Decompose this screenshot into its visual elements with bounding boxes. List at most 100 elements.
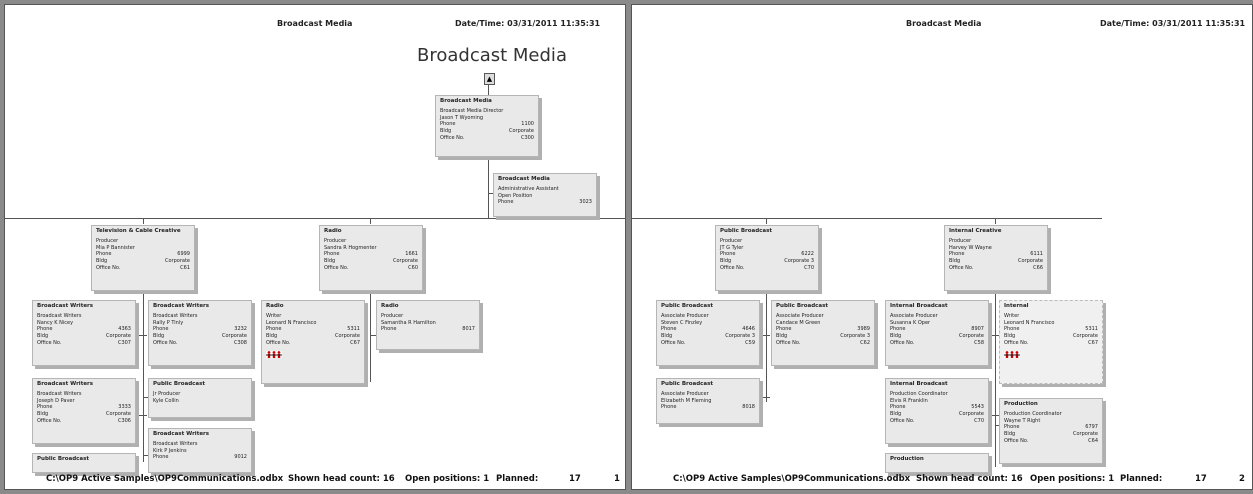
box-field-row: Office No. C67	[1004, 340, 1098, 347]
box-title: Internal	[1004, 303, 1029, 309]
field-value: Corporate 3	[784, 258, 814, 265]
box-field-row: Bldg Corporate 3	[776, 333, 870, 340]
up-arrow-icon[interactable]: ▲	[484, 73, 495, 85]
field-value: 4363	[118, 326, 131, 333]
org-box[interactable]: Public Broadcast Jr Producer Kyle Collin	[148, 378, 252, 418]
box-field-row: Phone 4646	[661, 326, 755, 333]
field-label: Phone	[498, 199, 514, 206]
org-box[interactable]: Internal Writer Leonard N Francisco Phone 53…	[999, 300, 1103, 384]
org-box[interactable]: Public Broadcast Associate Producer Steven…	[656, 300, 760, 366]
box-title: Internal Broadcast	[890, 381, 948, 387]
box-line: Associate Producer	[661, 312, 709, 319]
org-box[interactable]: Radio Producer Sandra R Hogmenter Phone 1661…	[319, 225, 423, 291]
box-line: JT G Tyler	[720, 244, 744, 251]
box-field-row: Office No. C307	[37, 340, 131, 347]
box-title: Public Broadcast	[153, 381, 206, 387]
box-line: Susanna K Oper	[890, 319, 931, 326]
box-title: Internal Broadcast	[890, 303, 948, 309]
org-box[interactable]: Broadcast Media Broadcast Media Director J…	[435, 95, 539, 157]
connector-line	[991, 335, 999, 336]
field-value: Corporate	[1018, 258, 1043, 265]
box-field-row: Bldg Corporate	[890, 411, 984, 418]
org-box[interactable]: Public Broadcast Associate Producer Candac…	[771, 300, 875, 366]
box-field-row: Bldg Corporate	[37, 333, 131, 340]
org-box[interactable]: Production Production Coordinator Wayne T …	[999, 398, 1103, 464]
field-label: Bldg	[661, 333, 673, 340]
field-value: 6111	[1030, 251, 1043, 258]
org-box[interactable]: Broadcast Media Administrative Assistant O…	[493, 173, 597, 217]
field-value: 3232	[234, 326, 247, 333]
footer-open-positions: Open positions: 1	[405, 474, 490, 484]
connector-line	[991, 415, 999, 416]
field-value: Corporate	[335, 333, 360, 340]
field-value: C59	[745, 339, 755, 346]
footer-headcount: Shown head count: 16	[288, 474, 395, 484]
field-label: Bldg	[96, 258, 108, 265]
field-value: C70	[804, 264, 814, 271]
field-label: Phone	[890, 326, 906, 333]
org-box[interactable]: Production	[885, 453, 989, 473]
connector-line	[762, 397, 770, 398]
box-line: Producer	[324, 237, 347, 244]
org-box[interactable]: Internal Broadcast Production Coordinator…	[885, 378, 989, 444]
header-datetime: Date/Time: 03/31/2011 11:35:31	[1100, 19, 1246, 28]
org-box[interactable]: Broadcast Writers Broadcast Writers Nancy …	[32, 300, 136, 366]
org-box[interactable]: Broadcast Writers Broadcast Writers Rally …	[148, 300, 252, 366]
box-field-row: Bldg Corporate	[440, 128, 534, 135]
field-value: Corporate	[222, 333, 247, 340]
field-label: Office No.	[720, 264, 745, 271]
field-value: Corporate	[959, 333, 984, 340]
connector-line	[762, 335, 770, 336]
box-field-row: Phone 4363	[37, 326, 131, 333]
footer-page-number: 2	[1239, 474, 1245, 484]
field-label: Phone	[776, 326, 792, 333]
box-title: Broadcast Writers	[37, 381, 94, 387]
box-line: Producer	[96, 237, 119, 244]
org-box[interactable]: Public Broadcast Associate Producer Elizab…	[656, 378, 760, 424]
org-box[interactable]: Internal Broadcast Associate Producer Susa…	[885, 300, 989, 366]
field-label: Office No.	[37, 339, 62, 346]
box-title: Public Broadcast	[720, 228, 773, 234]
box-line: Broadcast Writers	[37, 390, 82, 397]
connector-line	[488, 157, 489, 218]
box-line: Writer	[1004, 312, 1020, 319]
org-box[interactable]: Broadcast Writers Broadcast Writers Kirk P…	[148, 428, 252, 473]
org-box[interactable]: Public Broadcast	[32, 453, 136, 473]
box-field-row: Bldg Corporate	[266, 333, 360, 340]
footer-planned-value: 17	[569, 474, 581, 484]
connector-line	[143, 292, 144, 462]
field-label: Office No.	[890, 417, 915, 424]
field-label: Phone	[890, 404, 906, 411]
field-label: Office No.	[440, 134, 465, 141]
box-field-row: Office No. C60	[324, 265, 418, 272]
box-line: Broadcast Writers	[153, 440, 198, 447]
connector-line	[139, 335, 147, 336]
org-box[interactable]: Public Broadcast Producer JT G Tyler Phone 6…	[715, 225, 819, 291]
box-field-row: Phone 3023	[498, 199, 592, 206]
org-box[interactable]: Radio Producer Samantha R Hamilton Phone 801…	[376, 300, 480, 350]
box-line: Producer	[720, 237, 743, 244]
footer-page-number: 1	[614, 474, 620, 484]
header-title: Broadcast Media	[906, 19, 982, 28]
field-value: 3989	[857, 326, 870, 333]
box-field-row: Office No. C61	[96, 265, 190, 272]
box-field-row: Phone 5311	[1004, 326, 1098, 333]
box-field-row: Bldg Corporate	[890, 333, 984, 340]
box-title: Radio	[381, 303, 399, 309]
field-value: C60	[408, 264, 418, 271]
field-label: Bldg	[890, 411, 902, 418]
box-field-row: Phone 6797	[1004, 424, 1098, 431]
box-title: Public Broadcast	[661, 381, 714, 387]
org-box[interactable]: Television & Cable Creative Producer Mia P…	[91, 225, 195, 291]
org-box[interactable]: Radio Writer Leonard N Francisco Phone 5311 B…	[261, 300, 365, 384]
org-box[interactable]: Broadcast Writers Broadcast Writers Joseph…	[32, 378, 136, 444]
field-label: Phone	[324, 251, 340, 258]
box-line: Associate Producer	[661, 390, 709, 397]
box-field-row: Phone 5311	[266, 326, 360, 333]
header-datetime: Date/Time: 03/31/2011 11:35:31	[455, 19, 601, 28]
field-value: C70	[974, 417, 984, 424]
box-title: Public Broadcast	[37, 456, 90, 462]
box-field-row: Bldg Corporate	[949, 258, 1043, 265]
org-box[interactable]: Internal Creative Producer Harvey W Wayne P…	[944, 225, 1048, 291]
field-label: Office No.	[1004, 339, 1029, 346]
